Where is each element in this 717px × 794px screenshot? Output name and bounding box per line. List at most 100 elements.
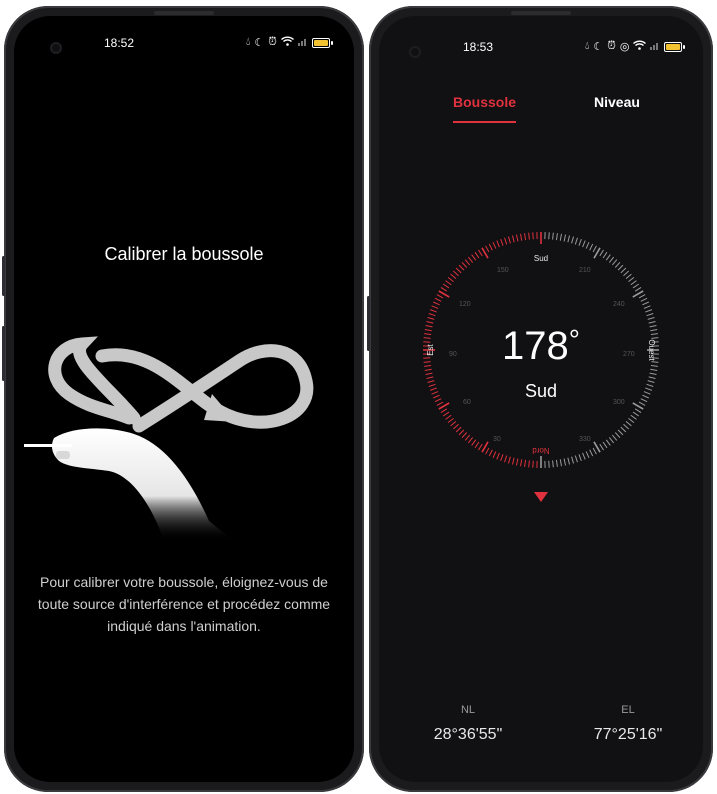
dial-number: 150: [497, 267, 509, 274]
compass-dial: 150 120 90 60 30 210 240 270 300 330 Sud…: [423, 232, 659, 502]
dial-tick: [452, 423, 459, 430]
dial-tick: [599, 443, 604, 451]
dial-tick: [649, 372, 657, 376]
alarm-icon: ⏰︎: [268, 36, 277, 48]
tab-bar: Boussole Niveau: [379, 94, 703, 124]
volume-button: [367, 296, 370, 351]
dial-tick: [620, 426, 627, 433]
dial-tick: [634, 287, 642, 292]
dial-tick: [504, 237, 508, 245]
tab-niveau[interactable]: Niveau: [594, 94, 640, 110]
dial-tick: [567, 457, 571, 465]
dial-tick: [632, 283, 640, 289]
dial-tick: [552, 232, 554, 240]
dial-tick: [520, 233, 523, 241]
dial-tick: [599, 249, 604, 257]
heading-pointer-icon: [534, 492, 548, 502]
dial-tick: [447, 276, 454, 283]
drop-icon: 💧︎: [585, 40, 590, 52]
dial-tick: [640, 297, 648, 302]
dial-tick: [611, 259, 618, 266]
dial-tick: [571, 236, 575, 244]
dial-tick: [638, 294, 646, 299]
dial-tick: [585, 451, 590, 459]
dial-tick: [431, 305, 439, 309]
calibration-instructions: Pour calibrer votre boussole, éloignez-v…: [37, 574, 331, 634]
dial-tick: [485, 245, 490, 253]
dial-tick: [461, 261, 468, 268]
dial-tick: [602, 441, 608, 449]
wifi-icon: [633, 40, 647, 53]
dial-tick: [589, 449, 594, 457]
status-icons: 💧︎ ☾ ⏰︎: [246, 36, 333, 49]
dial-tick: [424, 368, 432, 371]
tab-active-indicator: [453, 121, 516, 123]
dial-tick: [643, 305, 651, 309]
dial-tick: [605, 439, 611, 446]
dial-tick: [634, 408, 642, 413]
dial-tick: [471, 439, 477, 446]
battery-icon: [664, 41, 686, 52]
dial-tick: [496, 452, 500, 460]
dial-tick: [574, 237, 578, 245]
tab-boussole[interactable]: Boussole: [453, 94, 516, 110]
dial-tick: [426, 320, 434, 324]
dial-tick: [511, 457, 515, 465]
dial-label-bottom: Nord: [532, 446, 549, 455]
dial-tick: [567, 235, 571, 243]
status-time: 18:53: [463, 40, 494, 54]
dial-tick: [471, 254, 477, 261]
dial-tick: [427, 316, 435, 320]
dial-tick: [507, 236, 511, 244]
dial-tick: [559, 459, 562, 467]
status-bar: 18:53 💧︎ ☾ ⏰︎ ◎: [379, 40, 703, 56]
dial-tick: [467, 256, 474, 263]
dial-tick: [625, 273, 632, 280]
dial-number: 30: [493, 436, 501, 443]
dial-tick: [578, 454, 582, 462]
dial-tick: [623, 423, 630, 430]
dial-tick: [528, 460, 530, 468]
figure-eight-path: [48, 336, 314, 433]
heading-degrees: 178: [502, 324, 569, 368]
dial-tick: [646, 313, 654, 317]
dial-tick: [515, 458, 519, 466]
dial-tick: [474, 251, 480, 259]
dial-tick: [602, 251, 608, 259]
dial-tick: [611, 434, 618, 441]
dial-tick: [492, 451, 497, 459]
dial-tick: [429, 309, 437, 313]
dial-number: 330: [579, 436, 591, 443]
dial-tick: [520, 459, 523, 467]
dial-tick: [436, 294, 444, 299]
dial-tick: [442, 283, 450, 289]
status-bar: 18:52 💧︎ ☾ ⏰︎: [14, 36, 354, 52]
dial-tick: [628, 417, 635, 424]
alarm-icon: ⏰︎: [607, 40, 616, 52]
dial-tick: [628, 276, 635, 283]
dial-tick: [648, 376, 656, 380]
dial-tick: [445, 414, 452, 420]
dial-tick: [485, 447, 490, 455]
dial-tick: [492, 241, 497, 249]
dial-number: 120: [459, 301, 471, 308]
calibration-animation: [24, 336, 314, 541]
dial-tick: [578, 238, 582, 246]
moon-icon: ☾: [254, 37, 265, 49]
dial-tick: [559, 233, 562, 241]
dial-tick: [464, 259, 471, 266]
dial-tick: [608, 256, 615, 263]
dial-tick: [614, 261, 621, 268]
wifi-icon: [280, 36, 294, 49]
dial-tick: [592, 245, 597, 253]
heading-direction: Sud: [524, 381, 558, 401]
drop-icon: 💧︎: [246, 36, 251, 48]
status-time: 18:52: [104, 36, 135, 50]
dial-tick: [630, 280, 637, 286]
dial-tick: [452, 270, 459, 277]
dial-tick: [617, 429, 624, 436]
dial-tick: [455, 267, 462, 274]
dial-tick: [474, 441, 480, 449]
dial-tick: [455, 426, 462, 433]
dial-tick: [432, 301, 440, 306]
